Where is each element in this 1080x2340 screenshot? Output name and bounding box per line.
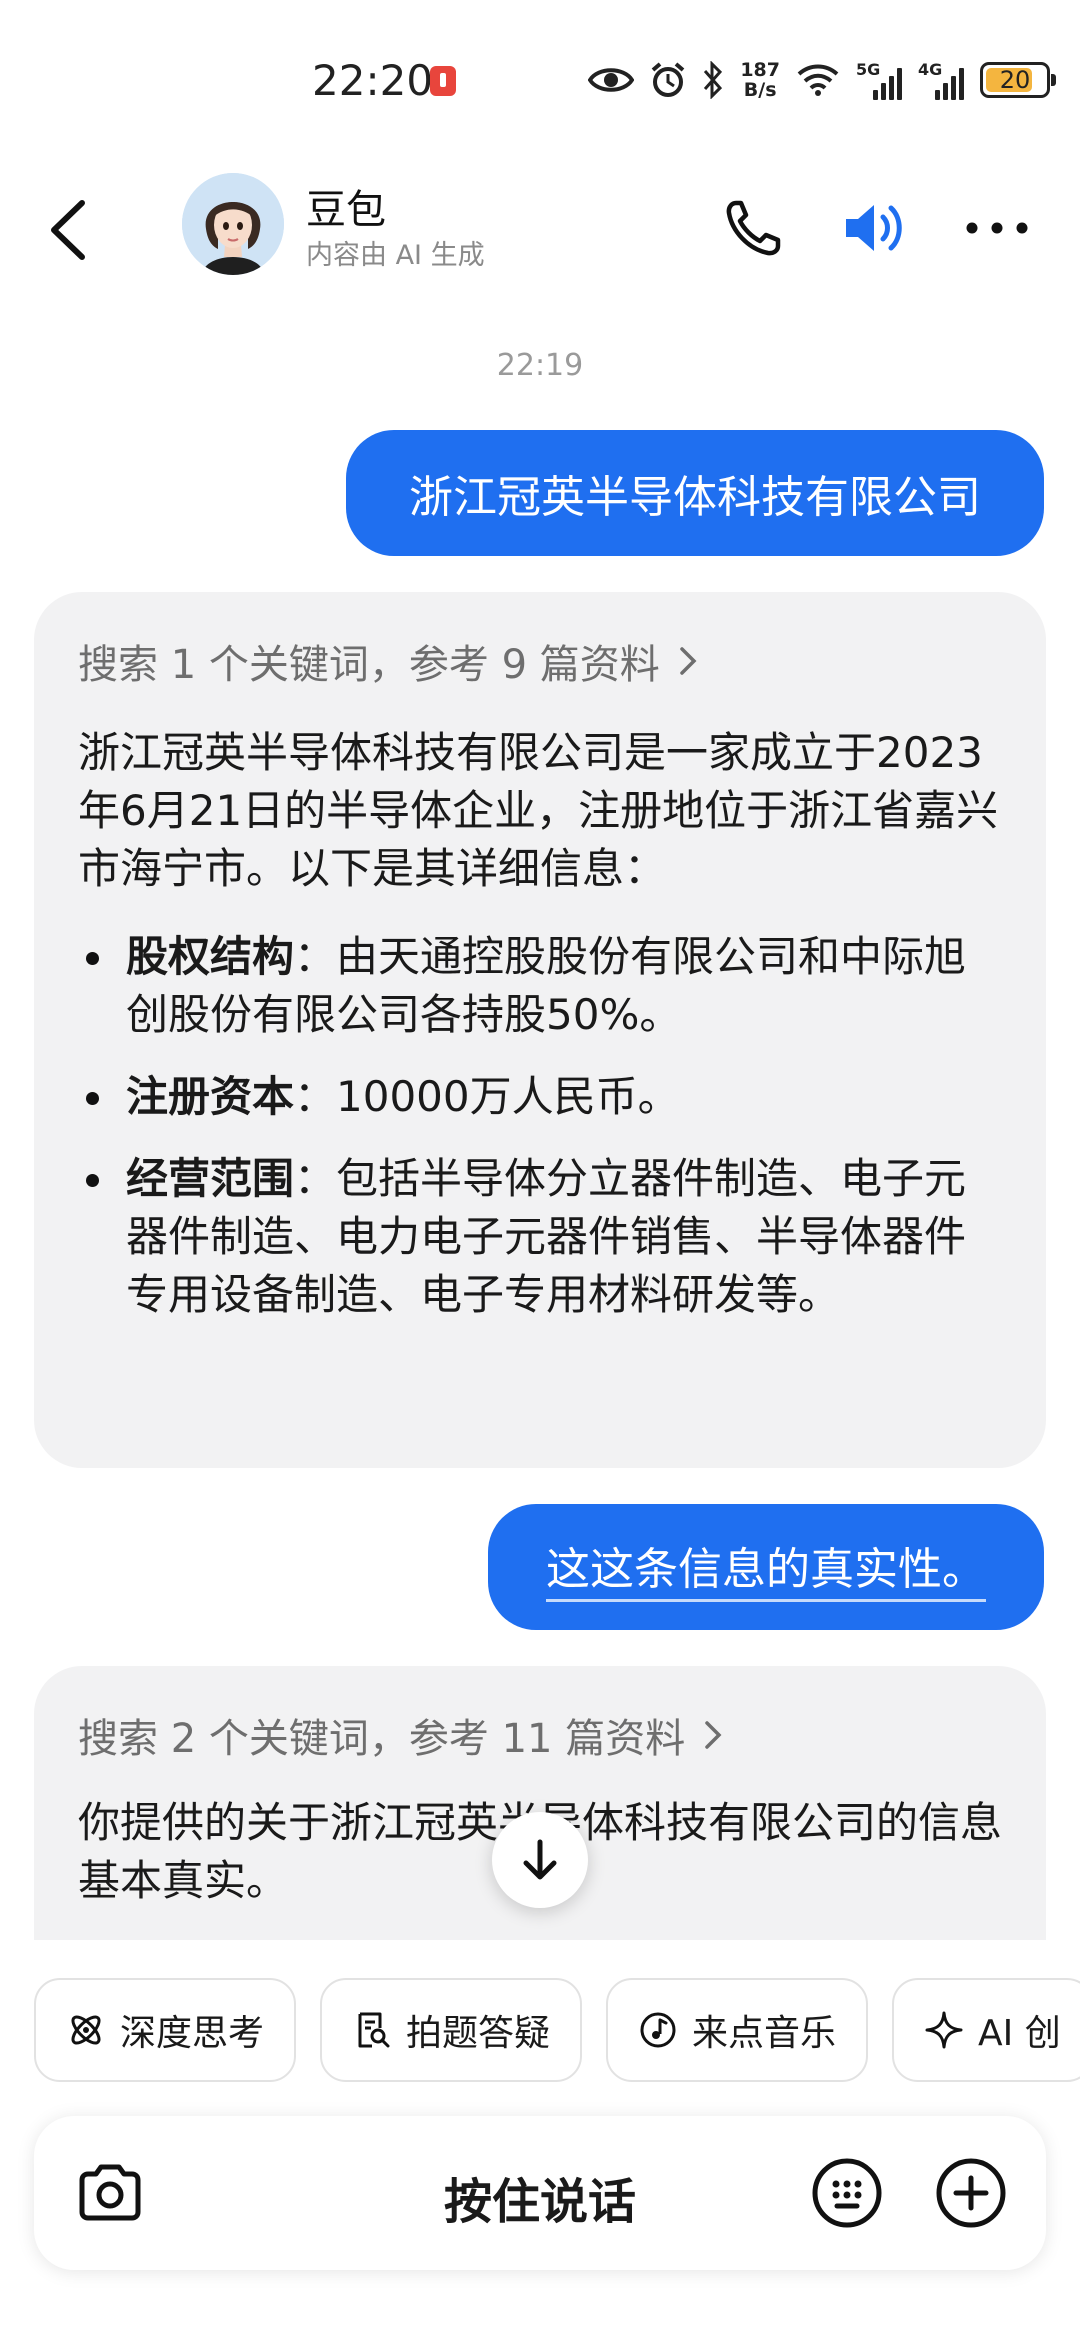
quick-action-chips: 深度思考 拍题答疑 来点音乐 AI 创 — [34, 1978, 1080, 2082]
bot-name: 豆包 — [306, 187, 386, 233]
back-arrow-icon[interactable] — [40, 195, 100, 265]
more-options-icon[interactable] — [962, 193, 1032, 263]
network-speed: 187 B/s — [740, 60, 780, 100]
chevron-right-icon — [680, 647, 697, 675]
status-time: 22:20 — [312, 56, 434, 105]
search-summary-link[interactable]: 搜索 2 个关键词，参考 11 篇资料 — [78, 1706, 1002, 1764]
signal-4g-label: 4G — [918, 60, 943, 79]
speaker-icon[interactable] — [838, 193, 908, 263]
message-timestamp: 22:19 — [496, 348, 584, 383]
search-summary-text: 搜索 1 个关键词，参考 9 篇资料 — [78, 642, 660, 688]
doc-search-icon — [358, 2012, 390, 2048]
list-item: 股权结构：由天通控股股份有限公司和中际旭创股份有限公司各持股50%。 — [78, 928, 1002, 1044]
keyboard-icon[interactable] — [810, 2156, 884, 2230]
chip-label: 深度思考 — [120, 2013, 265, 2054]
music-icon — [640, 2012, 676, 2048]
chip-label: AI 创 — [978, 2013, 1061, 2054]
signal-5g-label: 5G — [856, 60, 881, 79]
list-item: 经营范围：包括半导体分立器件制造、电子元器件制造、电力电子元器件销售、半导体器件… — [78, 1150, 1002, 1324]
plus-icon[interactable] — [934, 2156, 1008, 2230]
battery-level: 20 — [999, 66, 1031, 94]
user-message[interactable]: 这这条信息的真实性。 — [488, 1504, 1044, 1630]
list-item: 注册资本：10000万人民币。 — [78, 1068, 1002, 1126]
recording-indicator-icon — [430, 66, 456, 96]
status-icons: 187 B/s 5G 4G 20 — [588, 56, 1056, 104]
signal-5g-icon: 5G — [856, 60, 902, 100]
detail-list: 股权结构：由天通控股股份有限公司和中际旭创股份有限公司各持股50%。 注册资本：… — [78, 928, 1002, 1324]
bot-message-intro: 浙江冠英半导体科技有限公司是一家成立于2023年6月21日的半导体企业，注册地位… — [78, 728, 999, 893]
signal-4g-icon: 4G — [918, 60, 964, 100]
chip-ai-create[interactable]: AI 创 — [892, 1978, 1080, 2082]
atom-icon — [71, 2015, 101, 2045]
alarm-icon — [652, 62, 685, 97]
scroll-to-bottom-button[interactable] — [492, 1812, 588, 1908]
list-item-text: ：10000万人民币。 — [294, 1072, 680, 1121]
arrow-down-icon — [523, 1839, 557, 1880]
chip-deep-thinking[interactable]: 深度思考 — [34, 1978, 297, 2082]
avatar[interactable] — [182, 173, 284, 275]
camera-icon[interactable] — [74, 2158, 146, 2230]
chat-header: 豆包 内容由 AI 生成 — [0, 165, 1080, 290]
battery-icon: 20 — [980, 62, 1056, 98]
user-message[interactable]: 浙江冠英半导体科技有限公司 — [346, 430, 1044, 556]
wifi-icon — [797, 64, 839, 96]
user-message-text: 浙江冠英半导体科技有限公司 — [409, 472, 981, 523]
chip-music[interactable]: 来点音乐 — [606, 1978, 869, 2082]
phone-icon[interactable] — [718, 193, 788, 263]
bot-message[interactable]: 搜索 1 个关键词，参考 9 篇资料 浙江冠英半导体科技有限公司是一家成立于20… — [34, 592, 1046, 1468]
ai-generated-note: 内容由 AI 生成 — [306, 240, 485, 271]
chip-photo-question[interactable]: 拍题答疑 — [320, 1978, 583, 2082]
network-speed-unit: B/s — [743, 79, 777, 101]
hold-to-talk-button[interactable]: 按住说话 — [34, 2162, 1046, 2232]
search-summary-link[interactable]: 搜索 1 个关键词，参考 9 篇资料 — [78, 632, 1002, 690]
list-item-term: 股权结构 — [126, 932, 295, 981]
user-message-text: 这这条信息的真实性。 — [546, 1533, 986, 1602]
status-bar: 22:20 187 B/s 5G 4G 20 — [0, 0, 1080, 160]
chip-label: 拍题答疑 — [406, 2013, 551, 2054]
list-item-term: 注册资本 — [126, 1072, 295, 1121]
chip-label: 来点音乐 — [692, 2013, 837, 2054]
network-speed-value: 187 — [740, 59, 780, 81]
input-bar: 按住说话 — [34, 2116, 1046, 2270]
chevron-right-icon — [705, 1721, 722, 1749]
sparkle-icon — [925, 2011, 963, 2049]
search-summary-text: 搜索 2 个关键词，参考 11 篇资料 — [78, 1716, 686, 1762]
bluetooth-icon — [704, 61, 723, 99]
list-item-term: 经营范围 — [126, 1154, 295, 1203]
eye-icon — [588, 68, 635, 92]
